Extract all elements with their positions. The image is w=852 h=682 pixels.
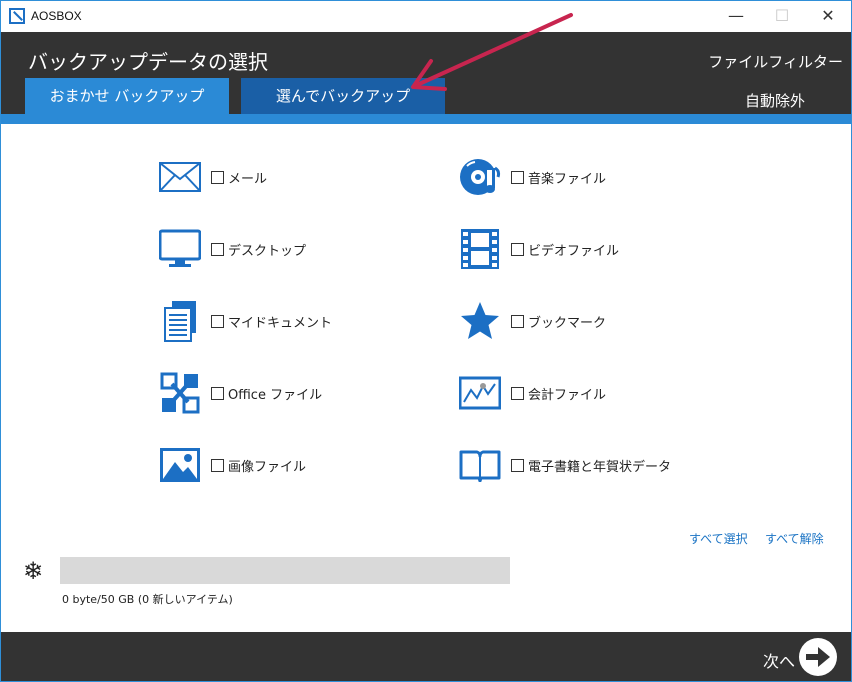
window-title: AOSBOX	[31, 9, 82, 23]
deselect-all-link[interactable]: すべて解除	[765, 530, 824, 547]
monitor-icon	[159, 228, 201, 270]
annotation-arrow-icon	[411, 13, 573, 91]
book-icon	[459, 444, 501, 486]
arrow-right-icon	[806, 647, 830, 667]
mail-checkbox[interactable]	[211, 170, 224, 184]
documents-label: マイドキュメント	[228, 315, 333, 331]
video-checkbox[interactable]	[511, 242, 524, 256]
category-item-bookmark[interactable]: ブックマーク	[459, 299, 606, 343]
ebook-label: 電子書籍と年賀状データ	[528, 459, 672, 475]
mail-icon	[159, 156, 201, 198]
music-checkbox[interactable]	[511, 170, 524, 184]
category-item-mail[interactable]: メール	[159, 155, 267, 199]
next-label[interactable]: 次へ	[763, 648, 795, 672]
office-icon	[159, 372, 201, 414]
auto-exclude-link[interactable]: 自動除外	[745, 90, 805, 111]
accounting-checkbox[interactable]	[511, 386, 524, 400]
category-item-image[interactable]: 画像ファイル	[159, 443, 306, 487]
app-logo-icon	[9, 8, 25, 24]
accounting-label: 会計ファイル	[528, 387, 607, 403]
image-checkbox[interactable]	[211, 458, 224, 472]
storage-usage-text: 0 byte/50 GB (0 新しいアイテム)	[62, 593, 233, 606]
category-item-music[interactable]: 音楽ファイル	[459, 155, 606, 199]
film-icon	[459, 228, 501, 270]
documents-icon	[159, 300, 201, 342]
star-icon	[459, 300, 501, 342]
category-item-office[interactable]: Office ファイル	[159, 371, 322, 415]
next-button[interactable]	[799, 638, 837, 676]
file-filter-link[interactable]: ファイルフィルター	[708, 51, 843, 72]
desktop-label: デスクトップ	[228, 243, 307, 259]
documents-checkbox[interactable]	[211, 314, 224, 328]
music-label: 音楽ファイル	[528, 171, 607, 187]
chart-icon	[459, 372, 501, 414]
footer: 次へ	[1, 632, 851, 681]
category-item-documents[interactable]: マイドキュメント	[159, 299, 332, 343]
desktop-checkbox[interactable]	[211, 242, 224, 256]
office-checkbox[interactable]	[211, 386, 224, 400]
tab-underline	[1, 114, 851, 124]
minimize-button[interactable]: —	[713, 1, 759, 32]
storage-progress-bar	[60, 557, 510, 584]
music-icon	[459, 156, 501, 198]
category-item-desktop[interactable]: デスクトップ	[159, 227, 306, 271]
image-label: 画像ファイル	[228, 459, 307, 475]
tab-auto-backup[interactable]: おまかせ バックアップ	[25, 78, 229, 114]
select-all-link[interactable]: すべて選択	[689, 530, 748, 547]
mail-label: メール	[228, 171, 268, 187]
category-item-video[interactable]: ビデオファイル	[459, 227, 619, 271]
maximize-button[interactable]: ☐	[759, 1, 805, 32]
category-item-ebook[interactable]: 電子書籍と年賀状データ	[459, 443, 671, 487]
snowflake-icon: ❄	[23, 557, 44, 585]
close-button[interactable]: ✕	[805, 1, 851, 32]
app-window: AOSBOX — ☐ ✕ バックアップデータの選択 ファイルフィルター 自動除外…	[0, 0, 852, 682]
video-label: ビデオファイル	[528, 243, 620, 259]
ebook-checkbox[interactable]	[511, 458, 524, 472]
bookmark-label: ブックマーク	[528, 315, 607, 331]
page-title: バックアップデータの選択	[28, 50, 268, 74]
image-icon	[159, 444, 201, 486]
bookmark-checkbox[interactable]	[511, 314, 524, 328]
office-label: Office ファイル	[228, 387, 323, 403]
category-item-accounting[interactable]: 会計ファイル	[459, 371, 606, 415]
